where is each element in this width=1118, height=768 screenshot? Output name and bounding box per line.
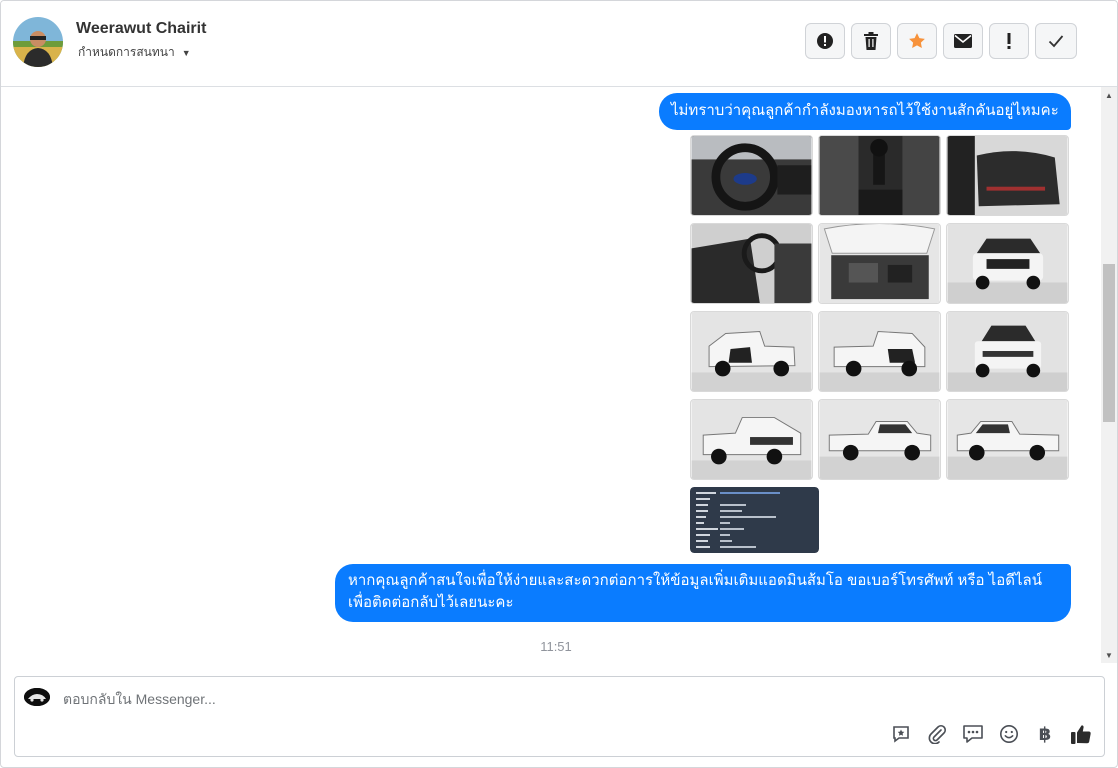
mark-important-button[interactable] xyxy=(989,23,1029,59)
car-photo-steering-wheel[interactable] xyxy=(690,135,813,216)
scroll-down-arrow-icon[interactable]: ▼ xyxy=(1101,647,1117,663)
car-photo-rear[interactable] xyxy=(946,311,1069,392)
conversation-header: Weerawut Chairit กำหนดการสนทนา ▼ xyxy=(1,1,1117,87)
car-photo-gear-shift[interactable] xyxy=(818,135,941,216)
car-photo-side-left[interactable] xyxy=(818,399,941,480)
delete-button[interactable] xyxy=(851,23,891,59)
composer-toolbar: ฿ xyxy=(890,723,1092,745)
star-icon xyxy=(909,33,925,49)
scroll-up-arrow-icon[interactable]: ▲ xyxy=(1101,87,1117,103)
conversation-label-text: กำหนดการสนทนา xyxy=(78,45,175,59)
mark-unread-button[interactable] xyxy=(943,23,983,59)
star-button[interactable] xyxy=(897,23,937,59)
car-photo-rear-seat[interactable] xyxy=(946,135,1069,216)
car-photo-front[interactable] xyxy=(946,223,1069,304)
scrollbar-thumb[interactable] xyxy=(1103,264,1115,422)
saved-reply-icon[interactable] xyxy=(890,723,912,745)
car-photo-side-right[interactable] xyxy=(946,399,1069,480)
exclamation-icon xyxy=(1007,33,1011,49)
message-thread: ไม่ทราบว่าคุณลูกค้ากำลังมองหารถไว้ใช้งาน… xyxy=(1,87,1101,663)
envelope-icon xyxy=(954,34,972,48)
outgoing-message: หากคุณลูกค้าสนใจเพื่อให้ง่ายและสะดวกต่อก… xyxy=(335,564,1071,622)
outgoing-message: ไม่ทราบว่าคุณลูกค้ากำลังมองหารถไว้ใช้งาน… xyxy=(659,93,1071,130)
car-photo-rear-side[interactable] xyxy=(690,399,813,480)
conversation-window: Weerawut Chairit กำหนดการสนทนา ▼ ไม่ทราบ… xyxy=(0,0,1118,768)
contact-avatar[interactable] xyxy=(13,17,63,67)
thread-scrollbar[interactable]: ▲ ▼ xyxy=(1101,87,1117,663)
chat-bubble-icon[interactable] xyxy=(962,723,984,745)
check-icon xyxy=(1048,35,1064,48)
contact-name[interactable]: Weerawut Chairit xyxy=(76,20,206,38)
car-photo-driver-seat[interactable] xyxy=(690,223,813,304)
header-actions xyxy=(805,23,1077,59)
car-photo-rear-three-quarter[interactable] xyxy=(818,311,941,392)
emoji-icon[interactable] xyxy=(998,723,1020,745)
message-timestamp: 11:51 xyxy=(540,639,572,654)
caret-down-icon: ▼ xyxy=(181,47,191,58)
paperclip-icon[interactable] xyxy=(926,723,948,745)
mark-done-button[interactable] xyxy=(1035,23,1077,59)
alert-circle-icon xyxy=(817,33,833,49)
page-logo-avatar xyxy=(24,688,50,706)
baht-icon[interactable]: ฿ xyxy=(1034,723,1056,745)
car-photo-engine-bay[interactable] xyxy=(818,223,941,304)
thumbs-up-icon[interactable] xyxy=(1070,723,1092,745)
trash-icon xyxy=(864,32,878,50)
reply-composer: ฿ xyxy=(14,676,1105,757)
image-attachment-grid xyxy=(690,135,1070,555)
conversation-label-dropdown[interactable]: กำหนดการสนทนา ▼ xyxy=(78,43,191,62)
car-photo-front-three-quarter[interactable] xyxy=(690,311,813,392)
report-spam-button[interactable] xyxy=(805,23,845,59)
reply-input[interactable] xyxy=(63,689,863,709)
car-spec-sheet-image[interactable] xyxy=(690,487,819,553)
